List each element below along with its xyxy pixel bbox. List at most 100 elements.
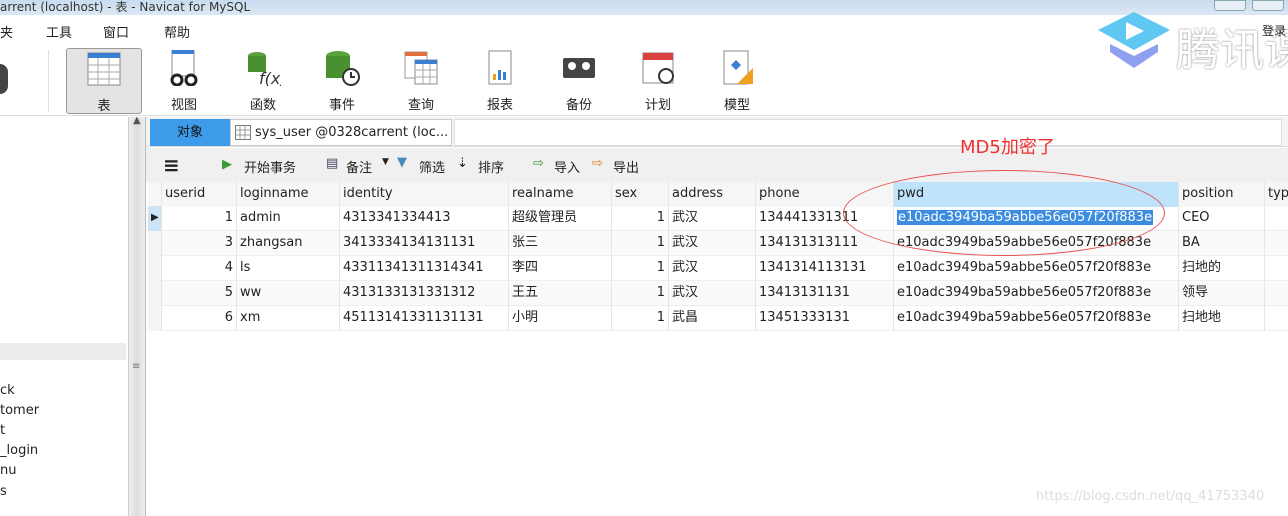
cell-loginname[interactable]: ls bbox=[237, 256, 340, 281]
tree-item[interactable]: nu bbox=[0, 463, 16, 478]
cell-position[interactable]: 扫地地 bbox=[1179, 306, 1265, 331]
cell-realname[interactable]: 小明 bbox=[509, 306, 612, 331]
cell-loginname[interactable]: ww bbox=[237, 281, 340, 306]
toolbar-report-button[interactable]: 报表 bbox=[462, 48, 538, 114]
menu-help[interactable]: 帮助 bbox=[164, 22, 190, 41]
memo-button[interactable]: 备注 bbox=[346, 157, 372, 176]
cell-position[interactable]: BA bbox=[1179, 231, 1265, 256]
login-link[interactable]: 登录 bbox=[1262, 22, 1286, 39]
cell-userid[interactable]: 5 bbox=[162, 281, 237, 306]
cell-pwd[interactable]: e10adc3949ba59abbe56e057f20f883e bbox=[894, 281, 1179, 306]
menu-tools[interactable]: 工具 bbox=[46, 22, 72, 41]
sort-button[interactable]: 排序 bbox=[478, 157, 504, 176]
tree-item[interactable]: _login bbox=[0, 443, 38, 458]
cell-position[interactable]: 扫地的 bbox=[1179, 256, 1265, 281]
restore-button[interactable] bbox=[1252, 0, 1284, 11]
cell-typ[interactable] bbox=[1265, 206, 1288, 231]
cell-pwd[interactable]: e10adc3949ba59abbe56e057f20f883e bbox=[894, 256, 1179, 281]
cell-sex[interactable]: 1 bbox=[612, 281, 669, 306]
cell-position[interactable]: 领导 bbox=[1179, 281, 1265, 306]
tree-item[interactable]: t bbox=[0, 423, 5, 438]
cell-identity[interactable]: 4313133131331312 bbox=[340, 281, 509, 306]
cell-value: 扫地地 bbox=[1182, 310, 1222, 325]
cell-realname[interactable]: 李四 bbox=[509, 256, 612, 281]
row-marker[interactable] bbox=[148, 231, 162, 256]
column-header-address[interactable]: address bbox=[669, 182, 756, 207]
toolbar-function-button[interactable]: f(x) 函数 bbox=[225, 48, 301, 114]
menu-window[interactable]: 窗口 bbox=[103, 22, 129, 41]
toolbar-model-button[interactable]: 模型 bbox=[699, 48, 775, 114]
toolbar-schedule-button[interactable]: 计划 bbox=[620, 48, 696, 114]
cell-sex[interactable]: 1 bbox=[612, 231, 669, 256]
cell-phone[interactable]: 13451333131 bbox=[756, 306, 894, 331]
panel-splitter[interactable]: ▲ ≡ bbox=[128, 115, 146, 516]
cell-sex[interactable]: 1 bbox=[612, 206, 669, 231]
menu-hamburger-icon[interactable]: ≡ bbox=[163, 153, 180, 177]
tree-item[interactable]: ck bbox=[0, 383, 15, 398]
chevron-down-icon[interactable]: ▼ bbox=[382, 157, 389, 167]
cell-sex[interactable]: 1 bbox=[612, 306, 669, 331]
cell-loginname[interactable]: xm bbox=[237, 306, 340, 331]
row-marker[interactable] bbox=[148, 306, 162, 331]
column-header-typ[interactable]: typ bbox=[1265, 182, 1288, 207]
tree-item[interactable]: tomer bbox=[0, 403, 39, 418]
row-marker[interactable]: ▶ bbox=[148, 206, 162, 231]
logo-icon bbox=[1098, 12, 1170, 68]
cell-address[interactable]: 武汉 bbox=[669, 206, 756, 231]
cell-userid[interactable]: 3 bbox=[162, 231, 237, 256]
filter-button[interactable]: 筛选 bbox=[419, 157, 445, 176]
minimize-button[interactable] bbox=[1214, 0, 1246, 11]
row-marker[interactable] bbox=[148, 256, 162, 281]
tab-sys-user[interactable]: sys_user @0328carrent (loc... bbox=[230, 119, 452, 146]
cell-realname[interactable]: 张三 bbox=[509, 231, 612, 256]
cell-realname[interactable]: 王五 bbox=[509, 281, 612, 306]
cell-identity[interactable]: 3413334134131131 bbox=[340, 231, 509, 256]
cell-address[interactable]: 武汉 bbox=[669, 281, 756, 306]
header-corner[interactable] bbox=[148, 182, 162, 207]
cell-identity[interactable]: 43311341311314341 bbox=[340, 256, 509, 281]
tab-objects[interactable]: 对象 bbox=[150, 119, 230, 146]
cell-pwd[interactable]: e10adc3949ba59abbe56e057f20f883e bbox=[894, 306, 1179, 331]
column-header-loginname[interactable]: loginname bbox=[237, 182, 340, 207]
cell-typ[interactable] bbox=[1265, 281, 1288, 306]
column-header-sex[interactable]: sex bbox=[612, 182, 669, 207]
cell-loginname[interactable]: zhangsan bbox=[237, 231, 340, 256]
column-header-realname[interactable]: realname bbox=[509, 182, 612, 207]
cell-typ[interactable] bbox=[1265, 306, 1288, 331]
begin-transaction-icon: ▶ bbox=[222, 157, 232, 172]
toolbar-table-button[interactable]: 表 bbox=[66, 48, 142, 114]
cell-loginname[interactable]: admin bbox=[237, 206, 340, 231]
toolbar-view-button[interactable]: 视图 bbox=[146, 48, 222, 114]
toolbar-event-button[interactable]: 事件 bbox=[304, 48, 380, 114]
column-header-identity[interactable]: identity bbox=[340, 182, 509, 207]
cell-sex[interactable]: 1 bbox=[612, 256, 669, 281]
connection-icon[interactable] bbox=[0, 64, 8, 94]
menu-favorites[interactable]: 夹 bbox=[0, 22, 13, 41]
tree-item[interactable]: s bbox=[0, 484, 7, 499]
column-header-position[interactable]: position bbox=[1179, 182, 1265, 207]
import-button[interactable]: 导入 bbox=[554, 157, 580, 176]
cell-typ[interactable] bbox=[1265, 231, 1288, 256]
cell-position[interactable]: CEO bbox=[1179, 206, 1265, 231]
toolbar-backup-button[interactable]: 备份 bbox=[541, 48, 617, 114]
cell-phone[interactable]: 13413131131 bbox=[756, 281, 894, 306]
cell-userid[interactable]: 4 bbox=[162, 256, 237, 281]
toolbar-query-button[interactable]: 查询 bbox=[383, 48, 459, 114]
cell-realname[interactable]: 超级管理员 bbox=[509, 206, 612, 231]
begin-transaction-button[interactable]: 开始事务 bbox=[244, 157, 296, 176]
row-marker[interactable] bbox=[148, 281, 162, 306]
arrow-up-icon[interactable]: ▲ bbox=[133, 115, 141, 126]
toolbar-label: 事件 bbox=[328, 98, 355, 113]
export-button[interactable]: 导出 bbox=[613, 157, 639, 176]
cell-address[interactable]: 武昌 bbox=[669, 306, 756, 331]
cell-userid[interactable]: 1 bbox=[162, 206, 237, 231]
cell-identity[interactable]: 4313341334413 bbox=[340, 206, 509, 231]
cell-identity[interactable]: 45113141331131131 bbox=[340, 306, 509, 331]
cell-userid[interactable]: 6 bbox=[162, 306, 237, 331]
cell-address[interactable]: 武汉 bbox=[669, 256, 756, 281]
cell-typ[interactable] bbox=[1265, 256, 1288, 281]
cell-phone[interactable]: 1341314113131 bbox=[756, 256, 894, 281]
column-header-userid[interactable]: userid bbox=[162, 182, 237, 207]
cell-address[interactable]: 武汉 bbox=[669, 231, 756, 256]
cell-value: 武昌 bbox=[672, 310, 699, 325]
